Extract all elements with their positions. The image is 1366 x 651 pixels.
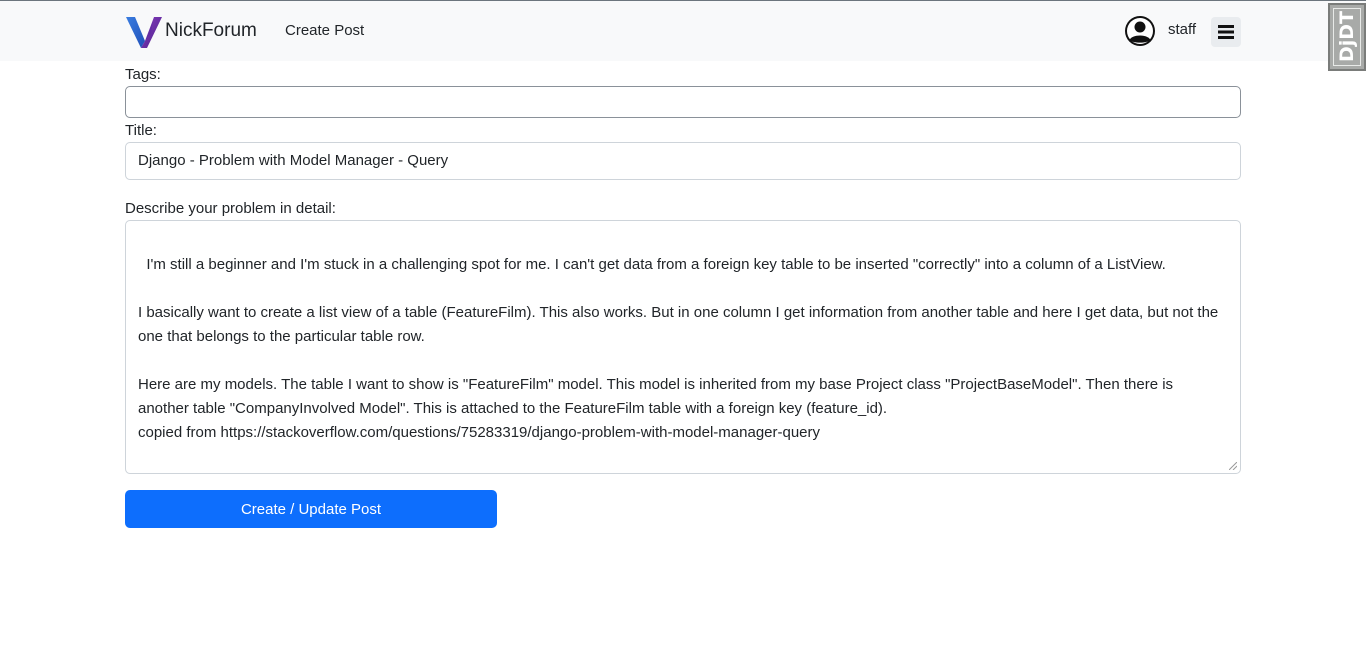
create-post-link[interactable]: Create Post [285, 22, 364, 39]
debug-toolbar-label: DjDT [1336, 11, 1358, 63]
v-logo-icon [126, 17, 162, 48]
submit-post-button[interactable]: Create / Update Post [125, 490, 497, 528]
brand-name: NickForum [165, 20, 257, 41]
body-textarea[interactable]: I'm still a beginner and I'm stuck in a … [125, 220, 1241, 474]
tags-input[interactable] [125, 86, 1241, 118]
hamburger-menu-icon [1218, 25, 1234, 39]
username-label[interactable]: staff [1168, 21, 1196, 38]
brand-link[interactable]: NickForum [125, 15, 257, 49]
user-avatar-icon[interactable] [1124, 15, 1156, 47]
body-text: I'm still a beginner and I'm stuck in a … [138, 256, 1219, 441]
menu-toggle-button[interactable] [1211, 17, 1241, 47]
title-input[interactable]: Django - Problem with Model Manager - Qu… [125, 142, 1241, 180]
tags-label: Tags: [125, 66, 161, 83]
resize-grip-icon[interactable] [1229, 462, 1237, 470]
debug-toolbar-inner: DjDT [1333, 8, 1361, 66]
top-navbar: NickForum Create Post staff [0, 0, 1366, 61]
body-label: Describe your problem in detail: [125, 200, 336, 217]
title-label: Title: [125, 122, 157, 139]
debug-toolbar-handle[interactable]: DjDT [1328, 3, 1366, 71]
